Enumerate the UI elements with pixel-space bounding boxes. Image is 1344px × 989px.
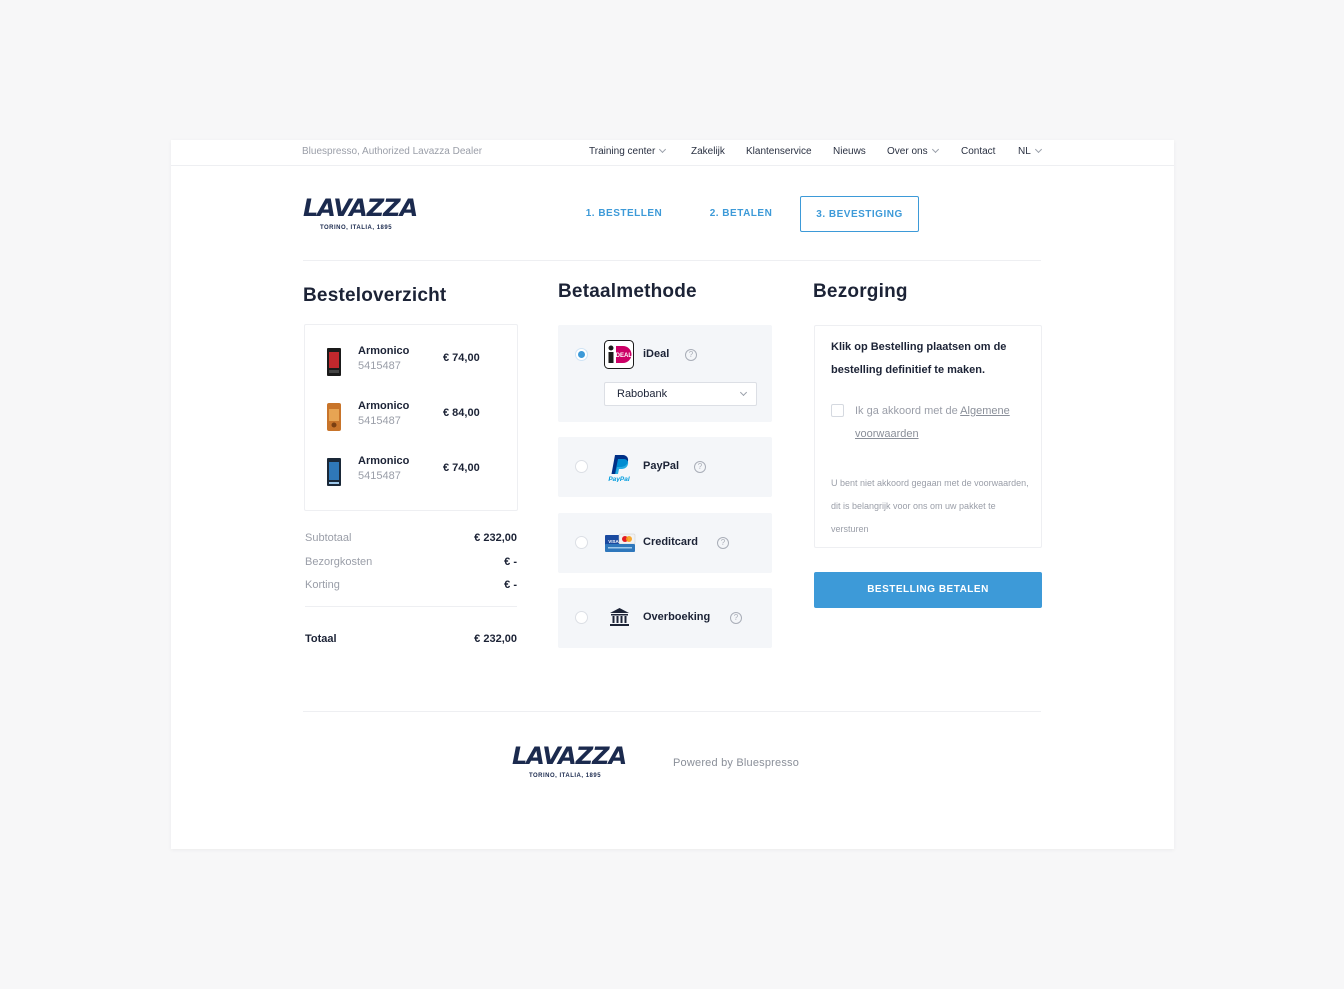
- help-icon[interactable]: ?: [717, 537, 729, 549]
- chevron-down-icon: [659, 145, 667, 154]
- bank-icon: [610, 608, 629, 626]
- product-image: [327, 458, 341, 486]
- overboeking-radio[interactable]: [575, 611, 588, 624]
- payment-title: Betaalmethode: [558, 281, 697, 302]
- product-image: [327, 403, 341, 431]
- summary-divider: [305, 606, 517, 607]
- svg-text:iDEAL: iDEAL: [614, 353, 632, 359]
- checkout-card: Bluespresso, Authorized Lavazza Dealer T…: [171, 140, 1174, 849]
- help-icon[interactable]: ?: [685, 349, 697, 361]
- nav-training-center[interactable]: Training center: [589, 145, 667, 157]
- nav-zakelijk[interactable]: Zakelijk: [691, 146, 725, 157]
- ideal-radio[interactable]: [575, 348, 588, 361]
- powered-by: Powered by Bluespresso: [673, 757, 800, 769]
- nav-contact[interactable]: Contact: [961, 146, 995, 157]
- footer-divider: [303, 711, 1041, 712]
- terms-warning: U bent niet akkoord gegaan met de voorwa…: [831, 478, 1029, 534]
- paypal-radio[interactable]: [575, 460, 588, 473]
- list-item: Armonico 5415487 € 84,00: [305, 397, 517, 437]
- footer-lavazza-logo[interactable]: LAVAZZA TORINO, ITALIA, 1895: [512, 744, 627, 779]
- list-item: Armonico 5415487 € 74,00: [305, 342, 517, 382]
- chevron-down-icon: [931, 145, 939, 154]
- payment-option-creditcard[interactable]: VISA Creditcard ?: [558, 513, 772, 573]
- svg-text:VISA: VISA: [608, 539, 619, 544]
- order-items-box: Armonico 5415487 € 74,00 Armonico 541548…: [304, 324, 518, 511]
- nav-over-ons[interactable]: Over ons: [887, 145, 939, 157]
- svg-text:PayPal: PayPal: [608, 476, 630, 482]
- language-selector[interactable]: NL: [1018, 145, 1042, 157]
- header-divider: [303, 260, 1041, 261]
- help-icon[interactable]: ?: [694, 461, 706, 473]
- delivery-message: Klik op Bestelling plaatsen om de bestel…: [831, 341, 1007, 376]
- creditcard-radio[interactable]: [575, 536, 588, 549]
- nav-nieuws[interactable]: Nieuws: [833, 146, 866, 157]
- nav-klantenservice[interactable]: Klantenservice: [746, 146, 812, 157]
- top-bar: Bluespresso, Authorized Lavazza Dealer T…: [171, 140, 1174, 166]
- terms-checkbox[interactable]: [831, 404, 844, 417]
- step-bestellen[interactable]: 1. BESTELLEN: [577, 196, 671, 232]
- ideal-icon: iDEAL: [604, 340, 634, 369]
- payment-option-ideal[interactable]: iDEAL iDeal ? Rabobank: [558, 325, 772, 422]
- payment-option-overboeking[interactable]: Overboeking ?: [558, 588, 772, 648]
- lavazza-logo[interactable]: LAVAZZA TORINO, ITALIA, 1895: [303, 196, 418, 231]
- terms-label: Ik ga akkoord met de Algemene voorwaarde…: [855, 405, 1010, 440]
- tagline: Bluespresso, Authorized Lavazza Dealer: [302, 146, 483, 157]
- payment-option-paypal[interactable]: PayPal PayPal ?: [558, 437, 772, 497]
- list-item: Armonico 5415487 € 74,00: [305, 452, 517, 492]
- chevron-down-icon: [1034, 145, 1042, 154]
- product-image: [327, 348, 341, 376]
- step-bevestiging[interactable]: 3. BEVESTIGING: [800, 196, 919, 232]
- delivery-title: Bezorging: [813, 281, 908, 302]
- bank-select[interactable]: Rabobank: [604, 382, 757, 406]
- pay-order-button[interactable]: BESTELLING BETALEN: [814, 572, 1042, 608]
- paypal-icon: PayPal: [608, 454, 630, 482]
- order-title: Besteloverzicht: [303, 285, 447, 306]
- chevron-down-icon: [739, 388, 748, 397]
- creditcard-icon: VISA: [605, 533, 636, 552]
- step-betalen[interactable]: 2. BETALEN: [698, 196, 784, 232]
- delivery-box: Klik op Bestelling plaatsen om de bestel…: [814, 325, 1042, 548]
- help-icon[interactable]: ?: [730, 612, 742, 624]
